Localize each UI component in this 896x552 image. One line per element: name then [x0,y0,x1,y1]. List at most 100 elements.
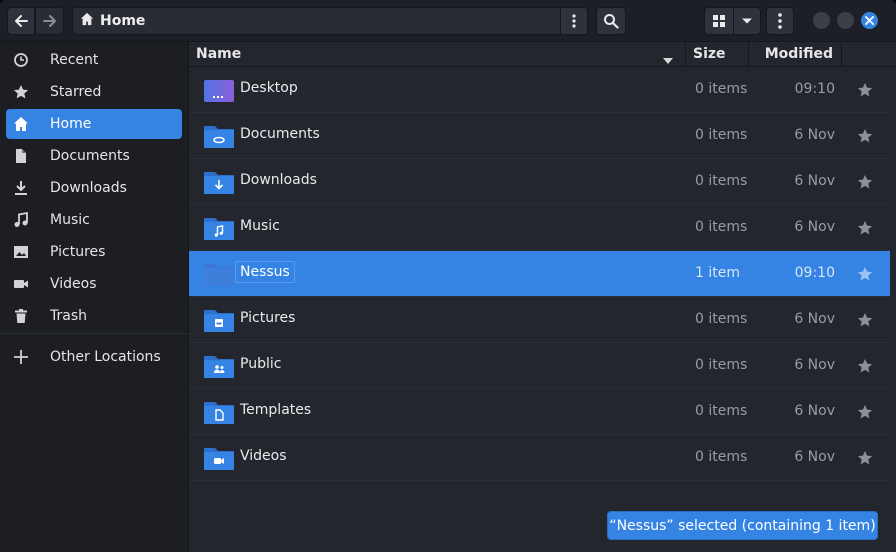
file-modified: 6 Nov [794,357,835,373]
file-list: Desktop 0 items 09:10 Documents 0 items … [189,67,890,481]
scrollbar[interactable] [890,67,896,552]
main-menu-button[interactable] [766,7,794,35]
templates-folder-icon [204,400,234,424]
file-modified: 6 Nov [794,449,835,465]
star-icon[interactable] [857,450,873,466]
sidebar-item-home[interactable]: Home [6,109,182,139]
list-row-music[interactable]: Music 0 items 6 Nov [189,205,890,251]
sidebar-item-pictures[interactable]: Pictures [6,237,182,267]
list-row-templates[interactable]: Templates 0 items 6 Nov [189,389,890,435]
star-icon[interactable] [857,404,873,420]
selection-status-popup: “Nessus” selected (containing 1 item) [607,511,878,540]
sidebar-item-label: Trash [50,308,87,324]
path-bar-label: Home [100,13,146,29]
minimize-button[interactable] [813,12,830,29]
search-button[interactable] [596,7,626,35]
grid-view-button[interactable] [704,7,734,35]
file-name: Music [240,218,280,234]
pictures-folder-icon [204,308,234,332]
file-modified: 6 Nov [794,173,835,189]
sidebar-item-recent[interactable]: Recent [6,45,182,75]
document-icon [13,148,29,164]
list-row-documents[interactable]: Documents 0 items 6 Nov [189,113,890,159]
sidebar-item-label: Documents [50,148,130,164]
sidebar-item-documents[interactable]: Documents [6,141,182,171]
clock-icon [13,52,29,68]
view-options-button[interactable] [733,7,761,35]
file-manager-window: Home Recent Starred Home Documents Downl… [0,0,896,552]
sidebar-item-label: Pictures [50,244,106,260]
back-button[interactable] [7,7,35,35]
plus-icon [13,349,29,365]
star-icon[interactable] [857,128,873,144]
sidebar-item-label: Downloads [50,180,127,196]
sidebar: Recent Starred Home Documents Downloads [0,42,189,552]
path-bar-home[interactable]: Home [72,7,561,35]
file-size: 0 items [695,311,748,327]
star-icon[interactable] [857,174,873,190]
vertical-dots-icon [778,13,782,29]
home-icon [80,12,94,30]
download-icon [13,180,29,196]
file-modified: 6 Nov [794,403,835,419]
documents-folder-icon [204,124,234,148]
status-text: “Nessus” selected (containing 1 item) [609,517,876,534]
sidebar-item-music[interactable]: Music [6,205,182,235]
folder-icon [204,262,234,286]
file-size: 0 items [695,81,748,97]
star-icon[interactable] [857,82,873,98]
file-size: 0 items [695,449,748,465]
sidebar-item-trash[interactable]: Trash [6,301,182,331]
sidebar-item-label: Recent [50,52,99,68]
list-row-downloads[interactable]: Downloads 0 items 6 Nov [189,159,890,205]
music-note-icon [13,212,29,228]
home-icon [13,116,29,132]
close-icon [865,13,874,29]
chevron-down-icon [741,17,753,25]
file-name: Templates [240,402,312,418]
maximize-button[interactable] [837,12,854,29]
list-row-public[interactable]: Public 0 items 6 Nov [189,343,890,389]
arrow-left-icon [13,13,29,29]
sidebar-item-starred[interactable]: Starred [6,77,182,107]
close-button[interactable] [861,12,878,29]
file-size: 0 items [695,357,748,373]
file-size: 0 items [695,403,748,419]
forward-button[interactable] [35,7,64,35]
arrow-right-icon [42,13,58,29]
star-icon[interactable] [857,358,873,374]
list-row-videos[interactable]: Videos 0 items 6 Nov [189,435,890,481]
file-name: Nessus [235,261,295,283]
file-name: Pictures [240,310,296,326]
star-icon[interactable] [857,220,873,236]
file-size: 1 item [695,265,740,281]
list-row-pictures[interactable]: Pictures 0 items 6 Nov [189,297,890,343]
star-icon [13,84,29,100]
list-row-nessus[interactable]: Nessus 1 item 09:10 [189,251,890,297]
sidebar-item-other-locations[interactable]: Other Locations [6,342,182,372]
column-header-modified[interactable]: Modified [749,42,842,66]
column-header-name[interactable]: Name [189,42,686,66]
file-name: Documents [240,126,320,142]
list-row-desktop[interactable]: Desktop 0 items 09:10 [189,67,890,113]
column-label: Size [693,46,726,62]
sidebar-item-label: Videos [50,276,97,292]
star-icon[interactable] [857,312,873,328]
vertical-dots-icon [572,14,576,28]
sidebar-item-label: Other Locations [50,349,161,365]
column-header-size[interactable]: Size [686,42,749,66]
video-camera-icon [13,276,29,292]
sidebar-item-videos[interactable]: Videos [6,269,182,299]
desktop-folder-icon [204,78,234,102]
file-modified: 6 Nov [794,219,835,235]
grid-view-icon [712,14,726,28]
sidebar-separator [0,333,189,334]
column-label: Modified [764,46,833,62]
picture-icon [13,244,29,260]
column-label: Name [196,46,242,62]
star-icon[interactable] [857,266,873,282]
path-menu-button[interactable] [560,7,588,35]
file-modified: 6 Nov [794,311,835,327]
file-modified: 09:10 [794,81,835,97]
sidebar-item-downloads[interactable]: Downloads [6,173,182,203]
